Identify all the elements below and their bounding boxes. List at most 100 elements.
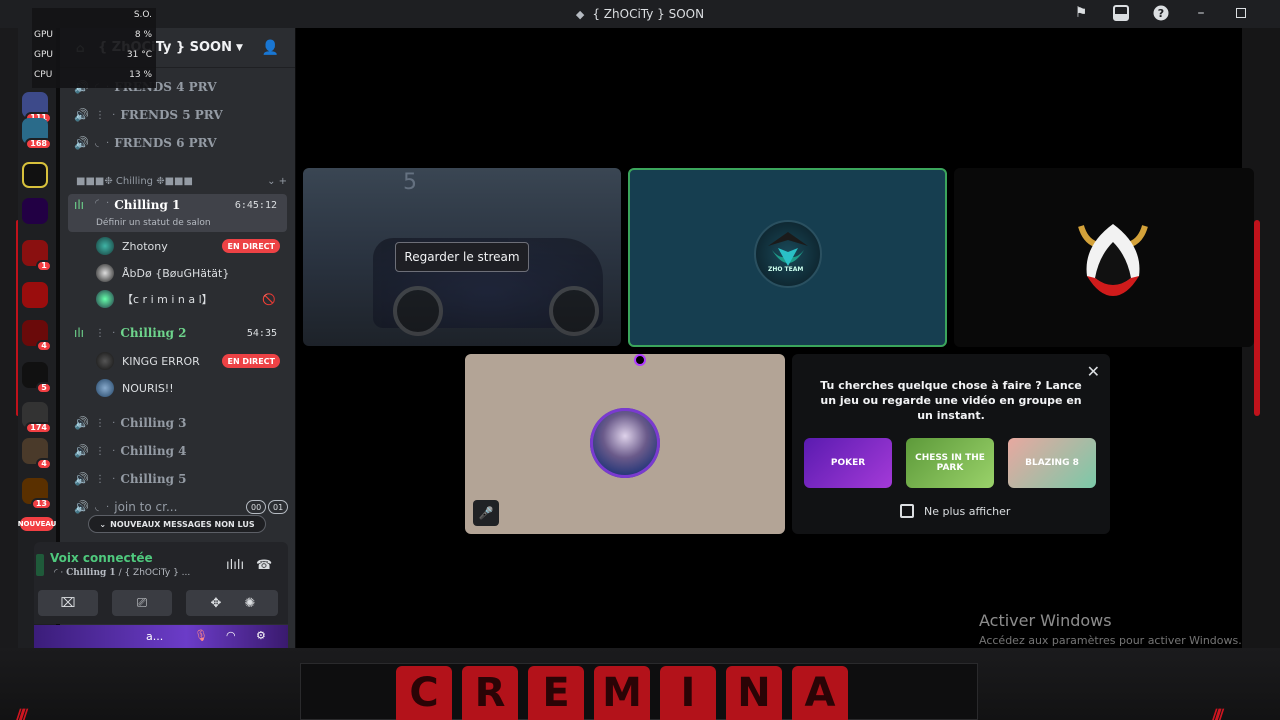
flag-icon[interactable]: ⚑ [1072,4,1090,22]
stat-value: 13 % [129,70,152,80]
mention-badge: 174 [25,422,52,434]
channel-name: FRENDS 6 PRV [114,136,217,150]
soundboard-icon: ✺ [244,595,256,611]
speaker-icon: 🔊 [74,500,89,514]
minimize-icon[interactable]: – [1192,4,1210,22]
voice-activity-icon: ılı [74,326,85,340]
chevron-down-icon: ▼ [235,42,243,53]
banner-letter: A [792,666,848,720]
username: 【c r i m i n a l】 [122,293,213,306]
server-icon[interactable]: 13 [22,478,52,510]
gear-icon[interactable]: ⚙ [256,629,266,642]
activity-suggestion: ✕ Tu cherches quelque chose à faire ? La… [792,354,1110,534]
checkbox[interactable] [900,504,914,518]
server-icon[interactable]: 168 [22,118,52,150]
voice-channel[interactable]: 🔊 ⋮ · Chilling 3 [68,410,287,436]
username: KINGG ERROR [122,354,200,368]
server-icon[interactable] [22,198,48,224]
create-channel-icon[interactable]: ⌄ + [267,176,287,187]
voice-channel-path[interactable]: ◜ · Chilling 1 / { ZhOCiTy } ... [54,568,190,578]
camera-button[interactable]: ⌧ [38,590,98,616]
channel-name: Chilling 2 [120,326,187,340]
mute-toggle[interactable]: 🎤 [473,500,499,526]
server-icon[interactable]: 111 [22,92,52,124]
maximize-icon[interactable] [1232,4,1250,22]
checkbox-label: Ne plus afficher [924,504,1011,518]
speaker-icon: 🔊 [74,136,89,150]
stat-value: S.O. [133,10,152,20]
server-icon[interactable]: 1 [22,240,52,272]
stat-label: CPU [34,70,53,80]
user-tile-speaking[interactable]: ZHO TEAM [628,168,947,347]
activity-card-poker[interactable]: POKER [804,438,892,488]
server-icon[interactable] [22,282,48,308]
voice-channel[interactable]: 🔊 ⋮ · Chilling 4 [68,438,287,464]
voice-channel-active[interactable]: ılı ◜ · Chilling 1 6:45:12 Définir un sta… [68,194,287,232]
server-icon[interactable]: 4 [22,438,52,470]
server-icon[interactable] [22,162,48,188]
channel-status[interactable]: Définir un statut de salon [96,218,211,228]
activity-card-blazing[interactable]: BLAZING 8 [1008,438,1096,488]
server-icon[interactable]: 4 [22,320,52,352]
help-icon[interactable]: ? [1152,4,1170,22]
voice-status[interactable]: Voix connectée [50,551,153,565]
voice-channel[interactable]: 🔊 ◟ · FRENDS 6 PRV [68,130,287,156]
mention-badge: 4 [36,340,52,352]
call-timer: 54:35 [246,327,277,339]
voice-user[interactable]: ÅbDø {BøuGHätät} [96,261,286,285]
speaker-icon: 🔊 [74,472,89,486]
voice-activity-icon: ılı [74,198,85,212]
new-unread-button[interactable]: ⌄ NOUVEAUX MESSAGES NON LUS [88,515,266,533]
channel-name: join to cr... [114,500,178,514]
category-header[interactable]: ■■■❉ Chilling ❉■■■ ⌄ + [76,173,287,189]
banner-letter: N [726,666,782,720]
watch-stream-button[interactable]: Regarder le stream [395,242,529,272]
activation-watermark: Activer Windows [979,611,1112,630]
new-badge: NOUVEAU [18,517,56,531]
voice-user[interactable]: Zhotony EN DIRECT [96,234,286,258]
chevron-left-icon: ⫽⫽ [16,706,28,720]
mention-badge: 1 [36,260,52,272]
voice-channel[interactable]: 🔊 ⋮ · FRENDS 5 PRV [68,102,287,128]
voice-user[interactable]: NOURIS!! [96,376,286,400]
voice-channel[interactable]: ılı ⋮ · Chilling 2 54:35 [68,320,287,346]
red-accent-right [1254,220,1260,416]
stream-tile[interactable]: 5 Regarder le stream [303,168,621,346]
dragon-logo-icon [768,232,808,266]
signal-icon [36,554,44,576]
banner-letter: C [396,666,452,720]
soundboard-button[interactable]: ✺ [222,590,278,616]
camera-off-icon: ⌧ [60,595,76,611]
speaker-icon: 🔊 [74,416,89,430]
activity-prompt: Tu cherches quelque chose à faire ? Lanc… [820,379,1082,422]
drag-handle-icon[interactable] [634,354,646,366]
voice-user[interactable]: KINGG ERROR EN DIRECT [96,349,286,373]
mute-icon[interactable]: 🎙 [194,629,208,642]
stat-value: 8 % [134,30,152,40]
user-tile[interactable]: 🎤 [465,354,785,534]
stat-label: GPU [34,30,53,40]
channel-name: Chilling 3 [120,416,187,430]
voice-user[interactable]: 【c r i m i n a l】 🚫 [96,287,286,311]
dont-show-again[interactable]: Ne plus afficher [900,504,1010,518]
disconnect-icon[interactable]: ☎ [256,558,272,573]
invite-icon[interactable]: 👤 [262,40,279,56]
user-panel[interactable]: a... 🎙 ◠ ⚙ [34,625,288,648]
server-icon[interactable]: 174 [22,402,52,434]
screen-share-button[interactable]: ⎚ [112,590,172,616]
noise-suppression-icon[interactable]: ılılı [226,558,244,573]
mention-badge: 168 [25,138,52,150]
headphones-icon[interactable]: ◠ [226,629,236,642]
activity-card-chess[interactable]: CHESS IN THE PARK [906,438,994,488]
user-tile[interactable] [954,168,1254,347]
category-label: ■■■❉ Chilling ❉■■■ [76,175,193,187]
voice-channel[interactable]: 🔊 ⋮ · Chilling 5 [68,466,287,492]
banner-letter: E [528,666,584,720]
inbox-icon[interactable] [1112,4,1130,22]
voice-connected-panel: Voix connectée ◜ · Chilling 1 / { ZhOCiT… [34,542,288,624]
team-avatar [754,220,822,288]
channel-name: FRENDS 5 PRV [120,108,223,122]
title-bar: ◆ { ZhOCiTy } SOON ⚑ ? – [0,0,1280,28]
server-icon[interactable]: 5 [22,362,52,394]
svg-text:?: ? [1158,7,1164,20]
